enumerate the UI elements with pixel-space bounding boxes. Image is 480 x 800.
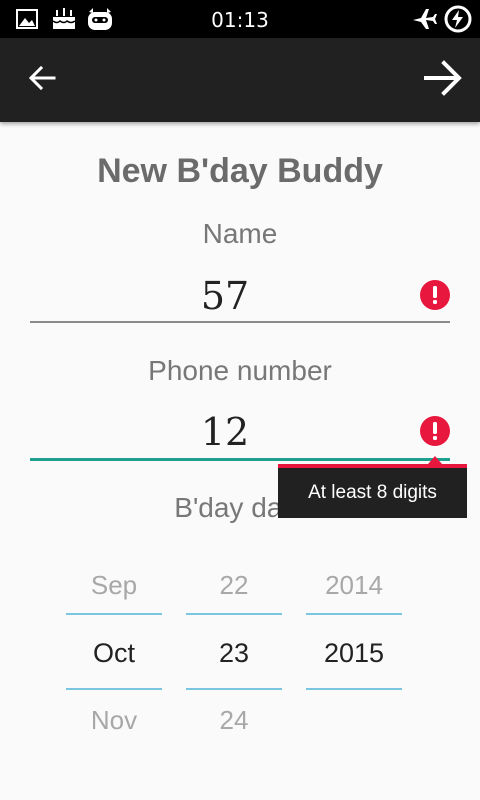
phone-input[interactable]: 12 — [30, 410, 420, 454]
day-divider-top — [186, 613, 282, 615]
arrow-left-icon — [28, 64, 56, 97]
year-current[interactable]: 2015 — [306, 638, 402, 669]
error-popup-caret — [428, 456, 442, 464]
airplane-icon — [411, 7, 437, 36]
phone-error-icon[interactable] — [420, 416, 450, 446]
status-time: 01:13 — [211, 8, 269, 32]
month-next[interactable]: Nov — [66, 705, 162, 736]
page-title: New B'day Buddy — [97, 152, 383, 190]
name-input[interactable]: 57 — [30, 274, 420, 318]
day-current[interactable]: 23 — [186, 638, 282, 669]
phone-error-popup: At least 8 digits — [278, 456, 467, 518]
year-prev[interactable]: 2014 — [306, 570, 402, 601]
day-prev[interactable]: 22 — [186, 570, 282, 601]
year-divider-bottom — [306, 688, 402, 690]
year-picker[interactable]: 2014 2015 — [306, 555, 402, 755]
name-label: Name — [202, 218, 278, 249]
toolbar — [0, 38, 480, 122]
error-popup-bar — [278, 464, 467, 468]
day-divider-bottom — [186, 688, 282, 690]
phone-label: Phone number — [148, 355, 332, 386]
month-picker[interactable]: Sep Oct Nov — [66, 555, 162, 755]
month-divider-bottom — [66, 688, 162, 690]
name-underline — [30, 321, 450, 323]
day-next[interactable]: 24 — [186, 705, 282, 736]
month-divider-top — [66, 613, 162, 615]
day-picker[interactable]: 22 23 24 — [186, 555, 282, 755]
arrow-right-icon — [424, 59, 462, 101]
year-divider-top — [306, 613, 402, 615]
status-bar: 01:13 — [0, 0, 480, 38]
error-popup-text: At least 8 digits — [308, 482, 437, 503]
month-prev[interactable]: Sep — [66, 570, 162, 601]
battery-charging-icon — [444, 5, 472, 38]
month-current[interactable]: Oct — [66, 638, 162, 669]
back-button[interactable] — [20, 58, 64, 102]
phone-underline — [30, 458, 450, 461]
next-button[interactable] — [420, 58, 466, 102]
name-error-icon[interactable] — [420, 280, 450, 310]
